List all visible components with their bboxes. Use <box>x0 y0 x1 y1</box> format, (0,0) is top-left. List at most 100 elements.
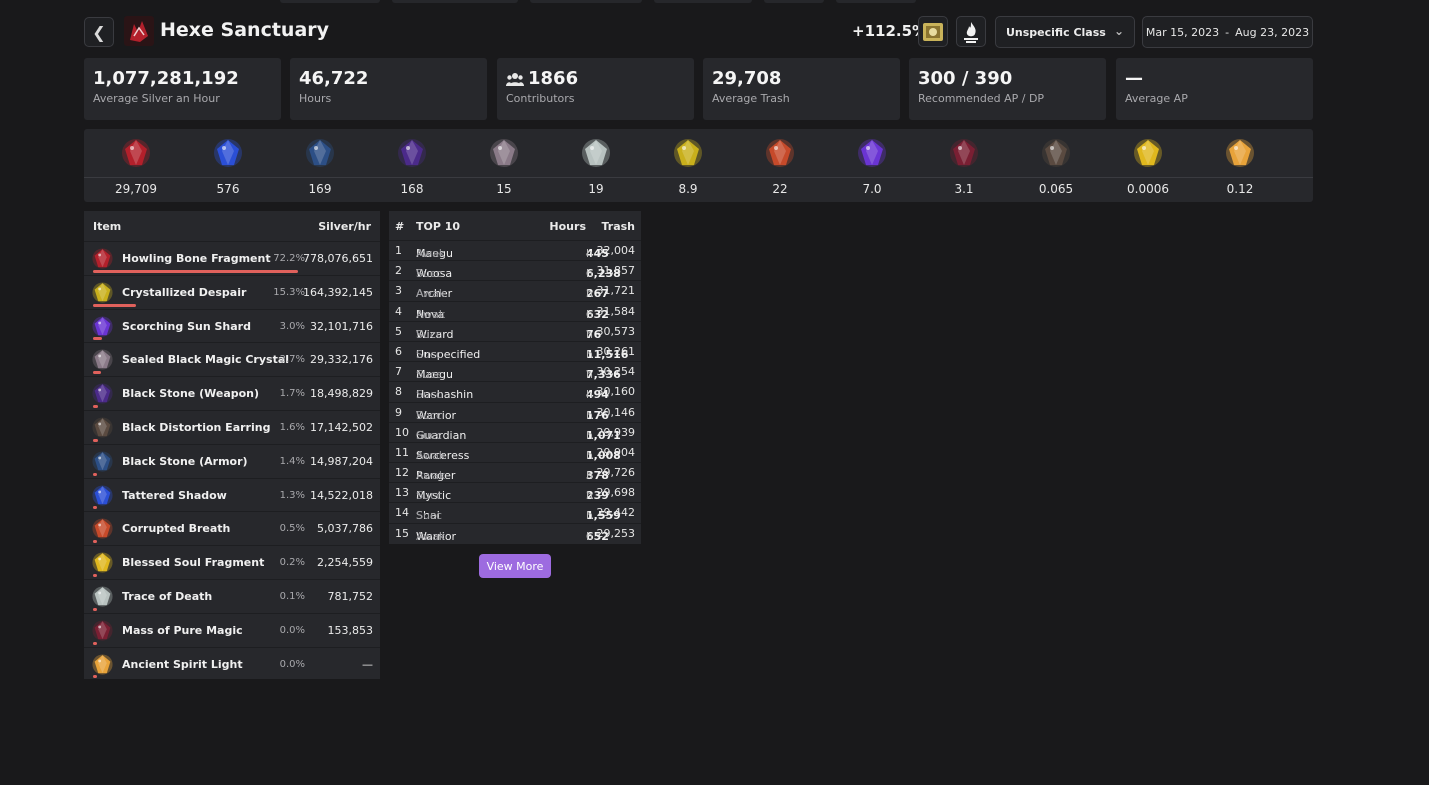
drop-item[interactable]: 169 <box>273 129 365 202</box>
item-name: Howling Bone Fragment <box>122 252 271 265</box>
class-spec: Succ <box>416 368 443 382</box>
share-bar <box>93 472 97 476</box>
table-row[interactable]: Sealed Black Magic Crystal 2.7% 29,332,176 <box>84 342 380 376</box>
table-row[interactable]: 2 Woosa Succ 6,238 h 31,857 <box>389 260 641 280</box>
drop-item[interactable]: 19 <box>549 129 641 202</box>
column-header-silver: Silver/hr <box>318 220 371 233</box>
rank: 8 <box>395 385 402 399</box>
drop-item[interactable]: 0.065 <box>1009 129 1101 202</box>
item-name: Tattered Shadow <box>122 488 227 502</box>
drop-bonus-value: +112.5% <box>852 22 928 40</box>
table-row[interactable]: 4 Nova Awak 632 h 31,584 <box>389 300 641 321</box>
drop-item[interactable]: 3.1 <box>917 129 1009 202</box>
date-range-picker[interactable]: Mar 15, 2023 - Aug 23, 2023 <box>1142 16 1313 48</box>
share-bar <box>93 371 101 375</box>
table-row[interactable]: 15 Warrior Awak 652 h 29,253 <box>389 522 641 543</box>
date-from: Mar 15, 2023 <box>1145 25 1220 39</box>
hours-unit: h <box>586 347 593 361</box>
drop-item[interactable]: 576 <box>181 129 273 202</box>
chevron-down-icon: ⌄ <box>1113 24 1124 38</box>
hours-unit: h <box>586 287 593 301</box>
zone-icon <box>124 16 154 46</box>
table-row[interactable]: Ancient Spirit Light 0.0% — <box>84 646 380 681</box>
stat-card-hours: 46,722 Hours <box>290 58 487 120</box>
item-percent: 15.3% <box>273 286 305 298</box>
trash-value: 29,726 <box>596 466 636 480</box>
table-row[interactable]: 10 Guardian Succ 1,071 h 29,939 <box>389 421 641 442</box>
table-row[interactable]: Howling Bone Fragment 72.2% 778,076,651 <box>84 241 380 275</box>
table-row[interactable]: 7 Maegu Succ 7,336 h 30,254 <box>389 361 641 381</box>
item-percent: 1.7% <box>279 388 305 400</box>
back-button[interactable]: ❮ <box>84 17 114 47</box>
column-header-hours: Hours <box>549 220 586 233</box>
stat-value: 300 / 390 <box>918 68 1013 89</box>
mass-of-pure-magic-icon <box>950 139 978 167</box>
drop-item[interactable]: 29,709 <box>89 129 181 202</box>
hours-unit: h <box>586 489 593 503</box>
drop-rate-value: 7.0 <box>862 182 882 196</box>
table-row[interactable]: 8 Hashashin Succ 494 h 30,160 <box>389 381 641 401</box>
table-row[interactable]: Tattered Shadow 1.3% 14,522,018 <box>84 477 380 512</box>
class-select[interactable]: Unspecific Class ⌄ <box>995 16 1135 48</box>
table-row[interactable]: Blessed Soul Fragment 0.2% 2,254,559 <box>84 545 380 579</box>
rank: 13 <box>395 486 409 500</box>
item-silver-per-hour: 32,101,716 <box>310 319 373 333</box>
table-row[interactable]: Black Stone (Armor) 1.4% 14,987,204 <box>84 443 380 478</box>
table-row[interactable]: Trace of Death 0.1% 781,752 <box>84 578 380 613</box>
share-bar <box>93 337 102 341</box>
table-row[interactable]: Corrupted Breath 0.5% 5,037,786 <box>84 511 380 545</box>
howling-bone-fragment-icon <box>122 139 150 167</box>
drop-item[interactable]: 15 <box>457 129 549 202</box>
drop-item[interactable]: 7.0 <box>825 129 917 202</box>
agris-fever-toggle[interactable] <box>956 16 986 47</box>
class-spec: Awak <box>416 247 446 260</box>
table-row[interactable]: 6 Unspecified Succ 11,516 h 30,261 <box>389 340 641 361</box>
mass-of-pure-magic-icon <box>92 620 113 641</box>
table-row[interactable]: Crystallized Despair 15.3% 164,392,145 <box>84 274 380 309</box>
item-percent: 0.2% <box>279 557 305 569</box>
stat-card-silver: 1,077,281,192 Average Silver an Hour <box>84 58 281 120</box>
drop-item[interactable]: 0.12 <box>1193 129 1285 202</box>
item-silver-per-hour: 2,254,559 <box>317 556 373 570</box>
item-silver-per-hour: 153,853 <box>327 623 374 637</box>
table-row[interactable]: Black Stone (Weapon) 1.7% 18,498,829 <box>84 376 380 410</box>
table-row[interactable]: 12 Ranger Awak 378 h 29,726 <box>389 462 641 482</box>
trash-value: 29,442 <box>596 506 636 520</box>
class-select-value: Unspecific Class <box>1006 25 1106 39</box>
share-bar <box>93 303 137 307</box>
table-row[interactable]: 3 Archer Awak 267 h 31,721 <box>389 280 641 300</box>
flame-icon <box>964 21 978 43</box>
drop-item[interactable]: 22 <box>733 129 825 202</box>
table-row[interactable]: 11 Sorceress Awak 1,008 h 29,904 <box>389 441 641 462</box>
view-more-button[interactable]: View More <box>479 554 551 578</box>
item-percent: 0.5% <box>279 523 305 535</box>
share-bar <box>93 675 97 679</box>
table-row[interactable]: 14 Shai Succ 1,559 h 29,442 <box>389 502 641 522</box>
blessed-soul-fragment-icon <box>92 552 113 573</box>
item-percent: 3.0% <box>279 320 305 332</box>
table-row[interactable]: 1 Maegu Awak 445 h 32,004 <box>389 240 641 260</box>
item-name: Black Distortion Earring <box>122 420 271 434</box>
drop-rate-value: 0.12 <box>1226 182 1254 196</box>
trash-value: 29,698 <box>596 486 636 500</box>
howling-bone-fragment-icon <box>92 248 113 269</box>
drop-item[interactable]: 168 <box>365 129 457 202</box>
table-row[interactable]: 13 Mystic Succ 239 h 29,698 <box>389 482 641 502</box>
drop-item[interactable]: 8.9 <box>641 129 733 202</box>
tattered-shadow-icon <box>214 139 242 167</box>
scroll-icon <box>923 22 943 41</box>
rank: 15 <box>395 526 409 540</box>
drop-item[interactable]: 0.0006 <box>1101 129 1193 202</box>
hours-unit: h <box>586 529 593 543</box>
loot-scroll-toggle[interactable] <box>918 16 948 47</box>
trash-value: 32,004 <box>596 244 636 257</box>
table-row[interactable]: Black Distortion Earring 1.6% 17,142,502 <box>84 409 380 444</box>
table-row[interactable]: 5 Wizard Succ 76 h 30,573 <box>389 320 641 341</box>
class-spec: Succ <box>416 327 443 341</box>
table-row[interactable]: 9 Warrior Succ 176 h 30,146 <box>389 401 641 422</box>
class-spec: Awak <box>416 287 446 301</box>
table-row[interactable]: Scorching Sun Shard 3.0% 32,101,716 <box>84 308 380 343</box>
column-header-class: TOP 10 <box>416 220 461 233</box>
table-row[interactable]: Mass of Pure Magic 0.0% 153,853 <box>84 612 380 647</box>
item-name: Blessed Soul Fragment <box>122 556 265 570</box>
